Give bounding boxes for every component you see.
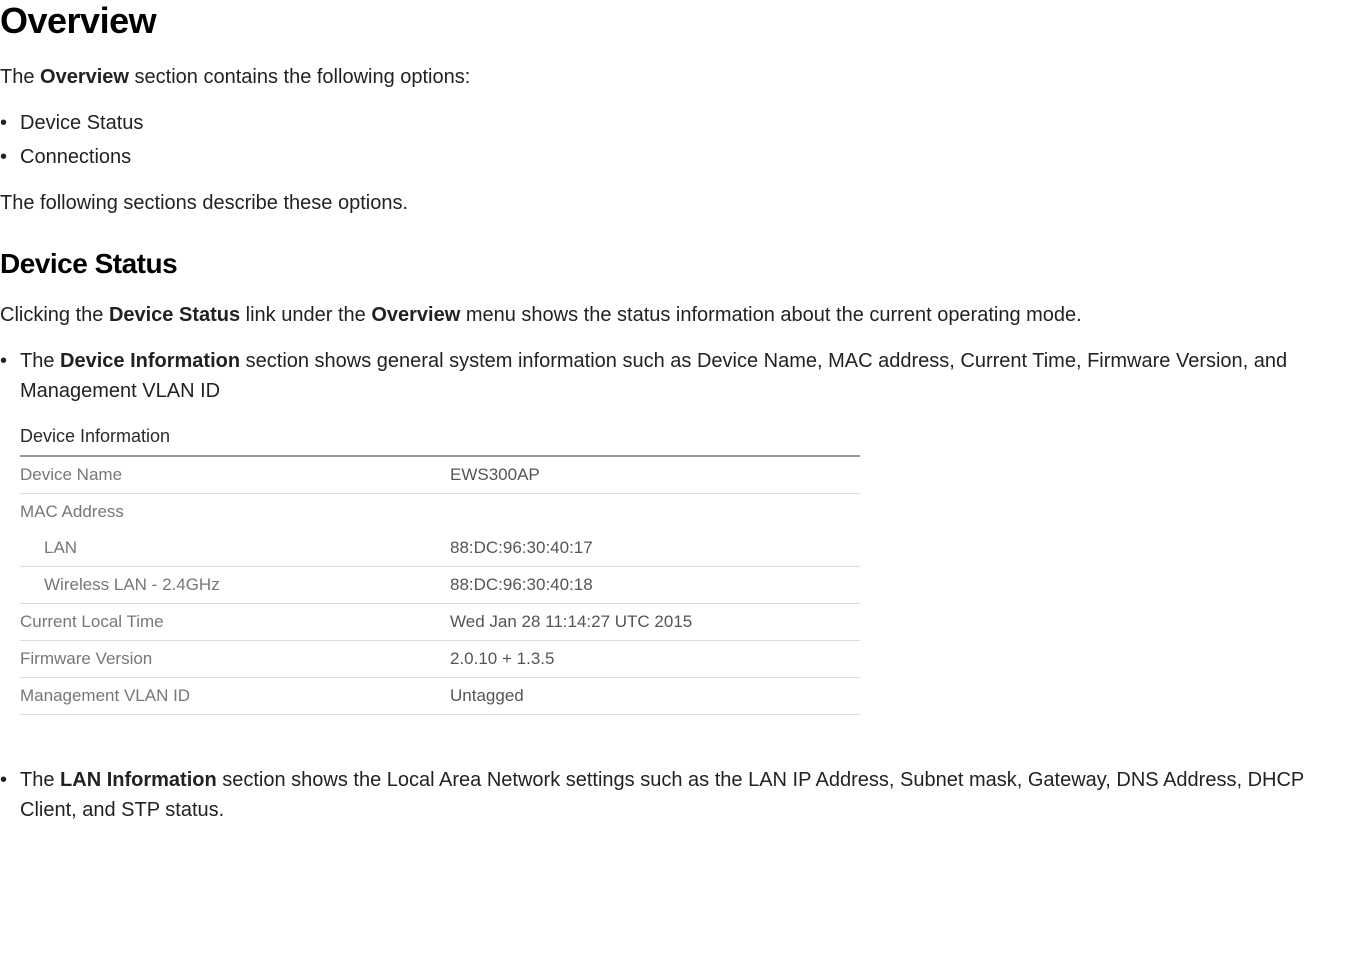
di-prefix: The — [20, 350, 60, 372]
lan-prefix: The — [20, 769, 60, 791]
table-row: Wireless LAN - 2.4GHz 88:DC:96:30:40:18 — [20, 567, 860, 604]
device-info-title: Device Information — [20, 426, 860, 455]
options-list: Device Status Connections — [0, 108, 1362, 172]
ds-prefix: Clicking the — [0, 304, 109, 326]
list-item: Connections — [0, 142, 1362, 172]
row-value: 88:DC:96:30:40:18 — [450, 575, 593, 595]
device-info-bullet-list: The Device Information section shows gen… — [0, 346, 1362, 406]
row-label: Firmware Version — [20, 649, 450, 669]
page-title: Overview — [0, 0, 1362, 42]
row-value: Wed Jan 28 11:14:27 UTC 2015 — [450, 612, 692, 632]
table-row: Device Name EWS300AP — [20, 457, 860, 494]
table-row: Management VLAN ID Untagged — [20, 678, 860, 715]
row-value: 2.0.10 + 1.3.5 — [450, 649, 554, 669]
list-item: The Device Information section shows gen… — [0, 346, 1362, 406]
desc-paragraph: The following sections describe these op… — [0, 188, 1362, 218]
lan-bold: LAN Information — [60, 769, 217, 791]
row-label: Device Name — [20, 465, 450, 485]
row-label: MAC Address — [20, 502, 450, 522]
row-label: Current Local Time — [20, 612, 450, 632]
intro-suffix: section contains the following options: — [129, 66, 470, 88]
row-value: 88:DC:96:30:40:17 — [450, 538, 593, 558]
row-label: LAN — [20, 538, 450, 558]
row-value: EWS300AP — [450, 465, 540, 485]
intro-paragraph: The Overview section contains the follow… — [0, 62, 1362, 92]
row-value: Untagged — [450, 686, 524, 706]
intro-bold: Overview — [40, 66, 129, 88]
row-label: Management VLAN ID — [20, 686, 450, 706]
list-item: The LAN Information section shows the Lo… — [0, 765, 1362, 825]
table-row: Current Local Time Wed Jan 28 11:14:27 U… — [20, 604, 860, 641]
ds-suffix: menu shows the status information about … — [460, 304, 1081, 326]
ds-mid: link under the — [240, 304, 371, 326]
table-row: MAC Address — [20, 494, 860, 530]
section-heading: Device Status — [0, 248, 1362, 280]
di-bold: Device Information — [60, 350, 240, 372]
lan-info-bullet-list: The LAN Information section shows the Lo… — [0, 765, 1362, 825]
ds-bold1: Device Status — [109, 304, 240, 326]
device-status-paragraph: Clicking the Device Status link under th… — [0, 300, 1362, 330]
ds-bold2: Overview — [371, 304, 460, 326]
intro-prefix: The — [0, 66, 40, 88]
table-row: Firmware Version 2.0.10 + 1.3.5 — [20, 641, 860, 678]
table-row: LAN 88:DC:96:30:40:17 — [20, 530, 860, 567]
device-info-table: Device Information Device Name EWS300AP … — [20, 426, 860, 715]
list-item: Device Status — [0, 108, 1362, 138]
row-label: Wireless LAN - 2.4GHz — [20, 575, 450, 595]
